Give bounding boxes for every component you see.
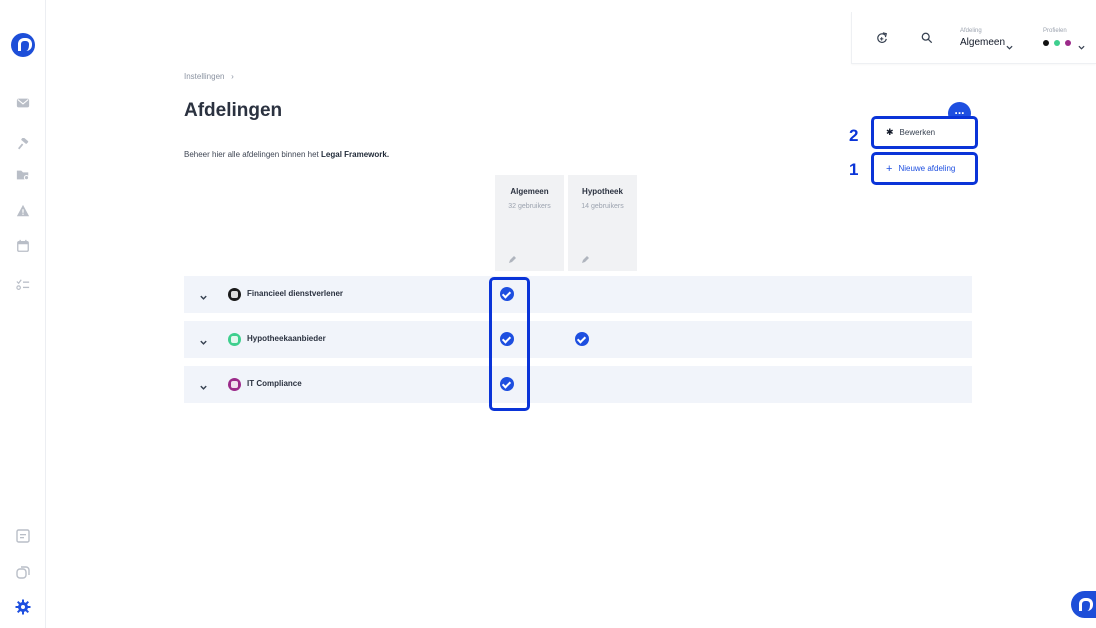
annotation-1: 1 bbox=[849, 160, 859, 179]
document-list-icon[interactable] bbox=[15, 528, 31, 544]
profile-label: Financieel dienstverlener bbox=[247, 289, 344, 298]
profile-row-hypotheekaanbieder: Hypotheekaanbieder bbox=[184, 321, 972, 358]
copy-icon[interactable] bbox=[15, 564, 31, 580]
mail-icon[interactable] bbox=[15, 95, 31, 111]
edit-label: Bewerken bbox=[899, 128, 936, 137]
warning-icon[interactable] bbox=[15, 203, 31, 219]
edit-menu-item[interactable]: ✱ Bewerken bbox=[871, 116, 978, 149]
refresh-icon[interactable] bbox=[876, 31, 890, 45]
profile-dot-purple[interactable] bbox=[1065, 40, 1071, 46]
breadcrumb[interactable]: Instellingen › bbox=[184, 72, 234, 81]
expand-chevron-icon[interactable] bbox=[199, 289, 209, 300]
it-icon bbox=[228, 378, 241, 391]
page-title: Afdelingen bbox=[184, 100, 283, 121]
help-chat-button[interactable] bbox=[1071, 591, 1096, 618]
column-user-count: 14 gebruikers bbox=[581, 203, 624, 210]
column-name: Hypotheek bbox=[582, 187, 623, 196]
profile-dot-green[interactable] bbox=[1054, 40, 1060, 46]
profile-label: IT Compliance bbox=[247, 379, 302, 388]
breadcrumb-settings[interactable]: Instellingen bbox=[184, 72, 224, 81]
folder-settings-icon[interactable] bbox=[15, 167, 31, 183]
profiles-chevron-down-icon[interactable] bbox=[1078, 38, 1086, 50]
plus-icon: + bbox=[886, 162, 893, 175]
gear-icon: ✱ bbox=[886, 127, 894, 137]
search-icon[interactable] bbox=[921, 31, 935, 45]
annotation-2: 2 bbox=[849, 126, 859, 145]
expand-chevron-icon[interactable] bbox=[199, 334, 209, 345]
app-logo[interactable] bbox=[11, 33, 35, 57]
sidebar bbox=[0, 0, 46, 628]
top-bar: Afdeling Algemeen Profielen bbox=[851, 12, 1096, 64]
page-description: Beheer hier alle afdelingen binnen het L… bbox=[184, 150, 389, 159]
settings-gear-icon[interactable] bbox=[15, 599, 31, 615]
new-department-label: Nieuwe afdeling bbox=[898, 164, 956, 173]
profile-dot-black[interactable] bbox=[1043, 40, 1049, 46]
description-framework: Legal Framework. bbox=[321, 150, 390, 159]
highlight-column-box bbox=[489, 277, 530, 411]
chevron-down-icon[interactable] bbox=[1006, 38, 1014, 50]
column-name: Algemeen bbox=[510, 187, 549, 196]
description-text: Beheer hier alle afdelingen binnen het bbox=[184, 150, 319, 159]
new-department-menu-item[interactable]: + Nieuwe afdeling bbox=[871, 152, 978, 185]
department-selector[interactable]: Algemeen bbox=[960, 37, 1005, 48]
check-icon[interactable] bbox=[575, 332, 589, 346]
checklist-icon[interactable] bbox=[15, 277, 31, 293]
profile-row-financieel: Financieel dienstverlener bbox=[184, 276, 972, 313]
department-column-algemeen: Algemeen 32 gebruikers bbox=[495, 175, 564, 271]
breadcrumb-chevron-icon: › bbox=[226, 72, 234, 81]
column-user-count: 32 gebruikers bbox=[508, 203, 551, 210]
pencil-icon[interactable] bbox=[581, 251, 589, 263]
expand-chevron-icon[interactable] bbox=[199, 379, 209, 390]
gavel-icon[interactable] bbox=[15, 137, 31, 153]
calendar-icon[interactable] bbox=[15, 238, 31, 254]
profile-row-it-compliance: IT Compliance bbox=[184, 366, 972, 403]
department-caption: Afdeling bbox=[960, 28, 982, 34]
profiles-caption: Profielen bbox=[1043, 28, 1067, 34]
pencil-icon[interactable] bbox=[508, 251, 516, 263]
department-column-hypotheek: Hypotheek 14 gebruikers bbox=[568, 175, 637, 271]
profile-label: Hypotheekaanbieder bbox=[247, 334, 326, 343]
mortgage-icon bbox=[228, 333, 241, 346]
financial-icon bbox=[228, 288, 241, 301]
